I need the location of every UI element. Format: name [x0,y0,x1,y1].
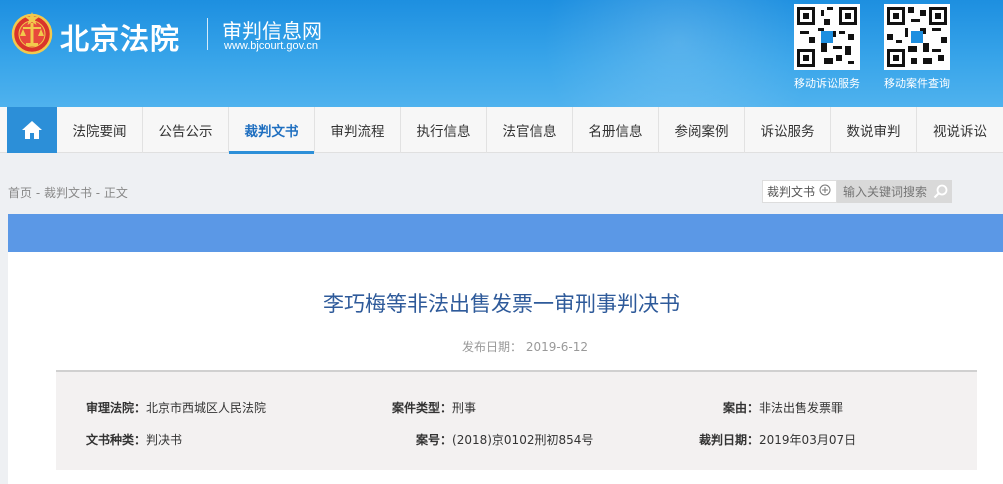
qr-code-litigation [794,4,860,70]
nav-item-litigation-services[interactable]: 诉讼服务 [745,107,831,153]
publish-date-label: 发布日期： [462,340,523,354]
info-case-no-value: (2018)京0102刑初854号 [452,433,594,447]
info-cause-value: 非法出售发票罪 [759,401,844,415]
qr-label-case-query: 移动案件查询 [884,77,950,90]
site-url: www.bjcourt.gov.cn [224,40,318,52]
qr-code-icon [797,7,857,67]
info-case-no-label: 案号： [416,433,453,447]
qr-label-litigation: 移动诉讼服务 [794,77,860,90]
document-title: 李巧梅等非法出售发票一审刑事判决书 [323,292,680,316]
case-info-panel: 审理法院：北京市西城区人民法院 案件类型：刑事 案由：非法出售发票罪 文书种类：… [56,370,977,470]
nav-item-court-news[interactable]: 法院要闻 [57,107,143,153]
info-case-type-value: 刑事 [452,401,477,415]
info-case-no: 案号：(2018)京0102刑初854号 [416,431,593,448]
info-judgment-date-label: 裁判日期： [699,433,760,447]
header-divider [207,18,208,50]
nav-item-enforcement[interactable]: 执行信息 [401,107,487,153]
court-emblem-icon [11,10,53,56]
nav-item-judgments[interactable]: 裁判文书 [229,107,315,154]
home-icon [22,121,42,139]
info-case-type: 案件类型：刑事 [392,399,476,416]
search-category-label: 裁判文书 [767,185,816,199]
nav-item-reference-cases[interactable]: 参阅案例 [659,107,745,153]
qr-code-case-query [884,4,950,70]
site-header: 北京法院 审判信息网 www.bjcourt.gov.cn 移动诉讼服务 移动案… [0,0,1003,107]
publish-date-value: 2019-6-12 [525,340,588,354]
nav-item-data-trials[interactable]: 数说审判 [831,107,917,153]
info-judgment-date-value: 2019年03月07日 [759,433,857,447]
nav-item-judges[interactable]: 法官信息 [487,107,573,153]
info-doc-type-value: 判决书 [146,433,183,447]
info-doc-type: 文书种类：判决书 [86,431,182,448]
info-court-label: 审理法院： [86,401,147,415]
plus-circle-icon [819,184,831,199]
info-case-type-label: 案件类型： [392,401,453,415]
info-doc-type-label: 文书种类： [86,433,147,447]
nav-home-button[interactable] [7,107,57,153]
search-box: 裁判文书 [762,180,952,203]
content-header-band [8,214,1003,252]
publish-date: 发布日期： 2019-6-12 [0,338,1003,355]
nav-item-announcements[interactable]: 公告公示 [143,107,229,153]
info-court: 审理法院：北京市西城区人民法院 [86,399,266,416]
court-name: 北京法院 [60,22,181,56]
info-judgment-date: 裁判日期：2019年03月07日 [699,431,856,448]
nav-items: 法院要闻 公告公示 裁判文书 审判流程 执行信息 法官信息 名册信息 参阅案例 … [57,107,1003,154]
header-decoration [463,0,823,107]
search-icon[interactable] [933,184,948,199]
search-category-select[interactable]: 裁判文书 [762,180,837,203]
breadcrumb: 首页 - 裁判文书 - 正文 [8,186,128,200]
info-cause-label: 案由： [723,401,760,415]
nav-item-trial-process[interactable]: 审判流程 [315,107,401,153]
nav-item-rosters[interactable]: 名册信息 [573,107,659,153]
main-nav: 法院要闻 公告公示 裁判文书 审判流程 执行信息 法官信息 名册信息 参阅案例 … [0,107,1003,154]
nav-item-video-litigation[interactable]: 视说诉讼 [917,107,1003,153]
info-cause: 案由：非法出售发票罪 [723,399,843,416]
qr-code-icon [887,7,947,67]
info-court-value: 北京市西城区人民法院 [146,401,267,415]
